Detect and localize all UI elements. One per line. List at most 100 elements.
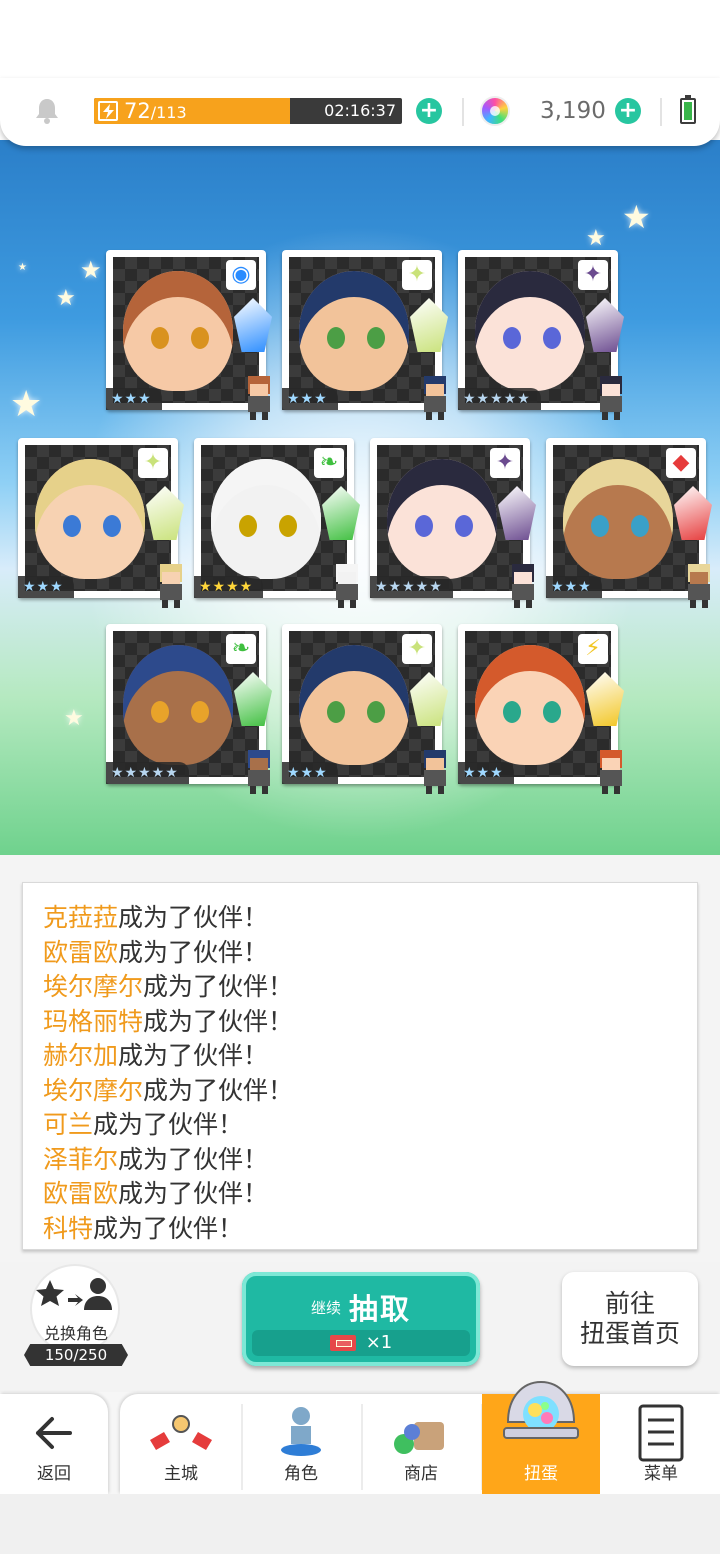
character-card[interactable]: ✦ ★★★★★	[458, 250, 624, 420]
sparkle-star-icon: ★	[622, 198, 651, 236]
divider	[462, 98, 464, 126]
character-eye	[103, 515, 121, 537]
character-card[interactable]: ◆ ★★★	[546, 438, 712, 608]
log-entry: 欧雷欧成为了伙伴！	[43, 1177, 268, 1211]
log-entry: 赫尔加成为了伙伴！	[43, 1039, 268, 1073]
character-card[interactable]: ✦ ★★★	[282, 250, 448, 420]
character-name: 赫尔加	[43, 1041, 119, 1070]
tab-gacha[interactable]: 扭蛋	[482, 1380, 600, 1494]
exchange-character-count: 150/250	[24, 1344, 128, 1366]
character-card[interactable]: ✦ ★★★	[282, 624, 448, 794]
element-badge-icon: ✦	[402, 634, 432, 664]
element-badge-icon: ❧	[314, 448, 344, 478]
character-eye	[415, 515, 433, 537]
log-message: 成为了伙伴！	[118, 937, 269, 967]
pixel-sprite-icon	[248, 376, 270, 420]
character-eye	[503, 701, 521, 723]
element-badge-icon: ◉	[226, 260, 256, 290]
character-name: 埃尔摩尔	[43, 972, 144, 1001]
character-card[interactable]: ◉ ★★★	[106, 250, 272, 420]
character-name: 可兰	[43, 1110, 94, 1139]
log-message: 成为了伙伴！	[118, 1179, 269, 1208]
character-eye	[327, 701, 345, 723]
tab-shop[interactable]: 商店	[362, 1394, 480, 1494]
castle-icon	[150, 1415, 212, 1450]
rarity-stars: ★★★★★	[106, 762, 189, 784]
character-eye	[191, 327, 209, 349]
draw-again-prefix: 继续	[310, 1298, 341, 1317]
gacha-ticket-icon	[329, 1335, 356, 1351]
character-eye	[367, 327, 385, 349]
character-name: 埃尔摩尔	[43, 1075, 144, 1105]
character-eye	[191, 701, 209, 723]
gacha-orb-icon	[503, 1380, 579, 1439]
log-entry: 玛格丽特成为了伙伴！	[43, 1005, 293, 1039]
character-eye	[279, 515, 297, 537]
tab-menu[interactable]: 菜单	[602, 1394, 720, 1494]
notification-bell-icon[interactable]	[32, 96, 62, 126]
log-message: 成为了伙伴！	[93, 1110, 244, 1139]
rarity-stars: ★★★★★	[458, 388, 541, 410]
rarity-stars: ★★★	[18, 576, 74, 598]
log-entry: 埃尔摩尔成为了伙伴！	[43, 1074, 293, 1108]
character-name: 玛格丽特	[43, 1006, 144, 1036]
pixel-sprite-icon	[336, 564, 358, 608]
character-name: 泽菲尔	[43, 1144, 119, 1174]
character-figure-icon	[281, 1407, 321, 1456]
element-badge-icon: ✦	[402, 260, 432, 290]
log-message: 成为了伙伴！	[143, 1006, 294, 1036]
sparkle-star-icon: ★	[18, 262, 27, 273]
character-eye	[543, 701, 561, 723]
divider	[660, 98, 662, 126]
character-card[interactable]: ❧ ★★★★★	[106, 624, 272, 794]
element-badge-icon: ✦	[490, 448, 520, 478]
goto-gacha-home-line1: 前往	[604, 1289, 655, 1318]
character-face	[475, 271, 585, 391]
star-to-person-icon	[36, 1278, 112, 1310]
back-button[interactable]: 返回	[0, 1394, 108, 1494]
result-log[interactable]: 克菈菈成为了伙伴！ 欧雷欧成为了伙伴！ 埃尔摩尔成为了伙伴！ 玛格丽特成为了伙伴！ 赫尔…	[22, 882, 698, 1250]
pixel-sprite-icon	[600, 750, 622, 794]
log-message: 成为了伙伴！	[143, 972, 294, 1001]
element-badge-icon: ✦	[138, 448, 168, 478]
pixel-sprite-icon	[424, 750, 446, 794]
add-gem-button[interactable]: +	[615, 98, 641, 124]
menu-list-icon	[638, 1404, 684, 1462]
stamina-bolt-icon	[98, 101, 118, 121]
character-eye	[503, 327, 521, 349]
character-eye	[591, 515, 609, 537]
element-badge-icon: ❧	[226, 634, 256, 664]
character-eye	[631, 515, 649, 537]
log-entry: 欧雷欧成为了伙伴！	[43, 936, 268, 970]
character-eye	[151, 701, 169, 723]
element-badge-icon: ✦	[578, 260, 608, 290]
character-card[interactable]: ✦ ★★★	[18, 438, 184, 608]
log-message: 成为了伙伴！	[93, 1213, 244, 1243]
stamina-timer: 02:16:37	[324, 101, 396, 120]
back-label: 返回	[37, 1464, 71, 1484]
rainbow-gem-icon	[480, 96, 510, 126]
rarity-stars: ★★★	[546, 576, 602, 598]
log-message: 成为了伙伴！	[118, 1144, 269, 1174]
pixel-sprite-icon	[600, 376, 622, 420]
character-card[interactable]: ⚡ ★★★	[458, 624, 624, 794]
tab-main-city[interactable]: 主城	[122, 1394, 240, 1494]
rarity-stars: ★★★★	[194, 576, 264, 598]
add-stamina-button[interactable]: +	[416, 98, 442, 124]
character-eye	[151, 327, 169, 349]
sparkle-star-icon: ★	[586, 226, 606, 251]
character-card[interactable]: ❧ ★★★★	[194, 438, 360, 608]
goto-gacha-home-button[interactable]: 前往 扭蛋首页	[562, 1272, 698, 1366]
character-face	[299, 645, 409, 765]
pixel-sprite-icon	[424, 376, 446, 420]
character-name: 科特	[43, 1213, 94, 1243]
tab-characters[interactable]: 角色	[242, 1394, 360, 1494]
sparkle-star-icon: ★	[56, 286, 76, 311]
rarity-stars: ★★★	[106, 388, 162, 410]
character-face	[123, 271, 233, 391]
pixel-sprite-icon	[512, 564, 534, 608]
draw-again-button[interactable]: 继续 抽取 ×1	[242, 1272, 480, 1366]
character-card[interactable]: ✦ ★★★★★	[370, 438, 536, 608]
character-eye	[63, 515, 81, 537]
character-name: 欧雷欧	[43, 937, 119, 967]
